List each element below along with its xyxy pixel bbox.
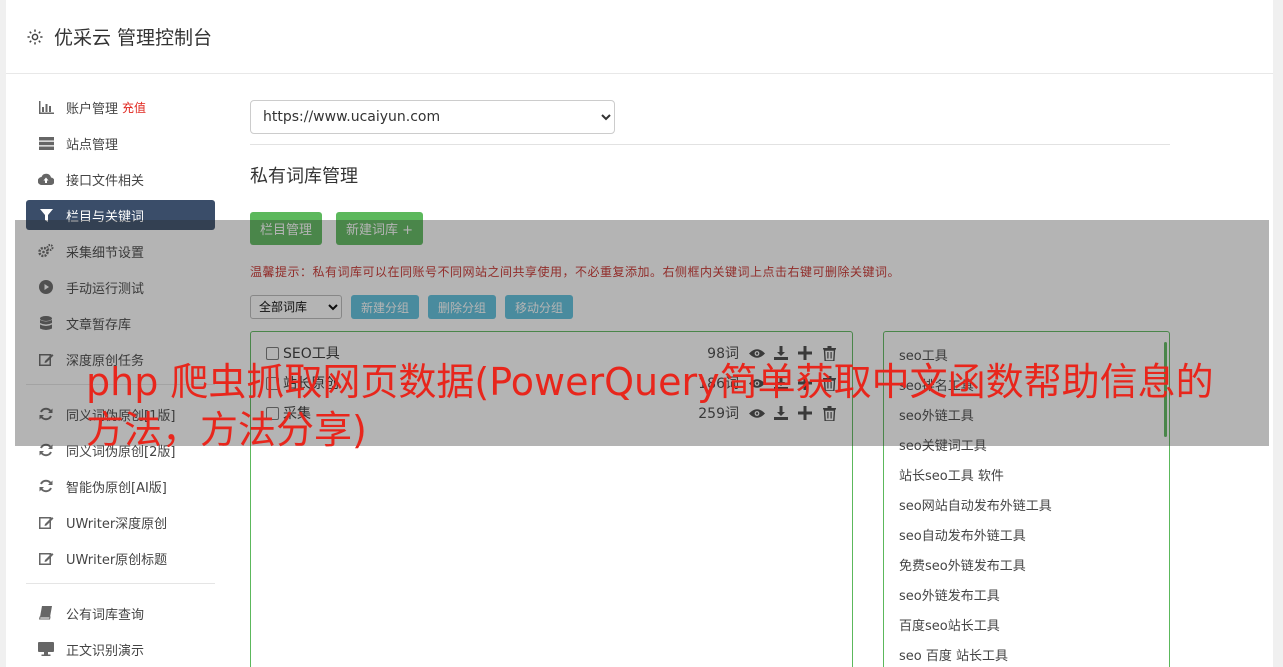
sidebar-item-account[interactable]: 账户管理 充值 — [26, 92, 215, 122]
sidebar-item-label: 智能伪原创[AI版] — [66, 480, 167, 496]
app-header: 优采云 管理控制台 — [6, 0, 1273, 74]
keyword-item[interactable]: 站长seo工具 软件 — [899, 462, 1169, 492]
keyword-item[interactable]: 免费seo外链发布工具 — [899, 552, 1169, 582]
keyword-item[interactable]: seo网站自动发布外链工具 — [899, 492, 1169, 522]
sidebar-item-public-library[interactable]: 公有词库查询 — [26, 598, 215, 628]
sidebar-item-label: 正文识别演示 — [66, 643, 145, 659]
edit-icon — [38, 550, 54, 566]
monitor-icon — [38, 641, 54, 657]
recharge-link[interactable]: 充值 — [122, 99, 146, 116]
site-select[interactable]: https://www.ucaiyun.com — [250, 100, 615, 134]
server-icon — [38, 135, 54, 151]
keyword-item[interactable]: seo外链发布工具 — [899, 582, 1169, 612]
sidebar-item-api-files[interactable]: 接口文件相关 — [26, 164, 215, 194]
cloud-upload-icon — [38, 171, 54, 187]
page-title: 私有词库管理 — [250, 166, 358, 187]
sidebar-item-sites[interactable]: 站点管理 — [26, 128, 215, 158]
book-icon — [38, 605, 54, 621]
page-edge — [1273, 0, 1283, 667]
sidebar-divider — [26, 583, 215, 584]
content-divider — [250, 144, 1170, 145]
sidebar-item-label: 公有词库查询 — [66, 607, 145, 623]
sidebar-item-uwriter-title[interactable]: UWriter原创标题 — [26, 543, 215, 573]
sidebar-item-ai-original[interactable]: 智能伪原创[AI版] — [26, 471, 215, 501]
keyword-item[interactable]: 百度seo站长工具 — [899, 612, 1169, 642]
bar-chart-icon — [38, 99, 54, 115]
sidebar-item-label: 账户管理 — [66, 101, 119, 117]
sidebar-item-label: 接口文件相关 — [66, 173, 145, 189]
keyword-item[interactable]: seo自动发布外链工具 — [899, 522, 1169, 552]
sidebar-item-text-recognition[interactable]: 正文识别演示 — [26, 634, 215, 664]
keyword-item[interactable]: seo 百度 站长工具 — [899, 642, 1169, 667]
sidebar-item-uwriter-deep[interactable]: UWriter深度原创 — [26, 507, 215, 537]
refresh-icon — [38, 478, 54, 494]
edit-icon — [38, 514, 54, 530]
sidebar-item-label: UWriter深度原创 — [66, 516, 168, 532]
sidebar-item-label: 站点管理 — [66, 137, 119, 153]
overlay-title: php 爬虫抓取网页数据(PowerQuery简单获取中文函数帮助信息的方法，方… — [86, 360, 1214, 452]
sidebar-item-label: UWriter原创标题 — [66, 552, 168, 568]
gear-icon — [27, 29, 43, 44]
app-title: 优采云 管理控制台 — [54, 27, 213, 49]
